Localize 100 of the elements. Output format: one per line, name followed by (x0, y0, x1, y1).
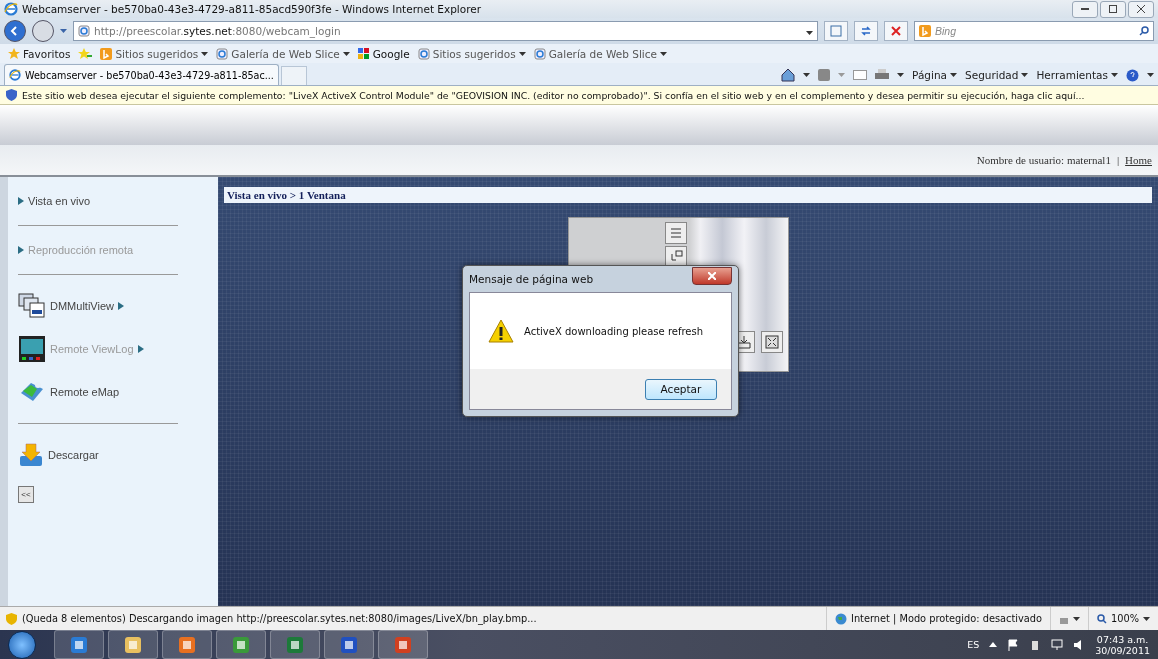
caret-icon (60, 29, 67, 33)
b-logo-icon (100, 47, 113, 60)
page-icon (417, 47, 430, 60)
address-field[interactable]: http://preescolar.sytes.net:8080/webcam_login (73, 21, 818, 41)
caret-icon (1111, 73, 1118, 77)
dialog-title: Mensaje de página web (469, 273, 594, 285)
close-button[interactable] (1128, 0, 1154, 18)
command-menu[interactable]: Herramientas (1036, 69, 1118, 81)
mail-icon[interactable] (853, 70, 868, 80)
stop-icon (891, 26, 901, 36)
favorites-button[interactable]: Favoritos (8, 47, 71, 60)
favorites-link[interactable]: Galería de Web Slice (216, 47, 350, 60)
squares-icon (357, 47, 370, 60)
taskbar-button[interactable] (216, 630, 266, 659)
caret-icon (838, 73, 846, 77)
help-icon[interactable] (1126, 68, 1139, 82)
page-icon (216, 47, 229, 60)
home-link[interactable]: Home (1125, 154, 1152, 166)
folder-icon (123, 634, 143, 655)
sidebar-item[interactable]: Remote eMap (18, 369, 178, 424)
shield-icon (6, 89, 17, 101)
network-icon[interactable] (1051, 638, 1064, 651)
refresh-icon (860, 25, 872, 37)
caret-icon (897, 73, 905, 77)
feed-icon[interactable] (818, 69, 831, 81)
home-icon[interactable] (781, 68, 796, 82)
sidebar-item[interactable]: Descargar (18, 432, 178, 474)
information-bar-text: Este sitio web desea ejecutar el siguiente complemento: "LiveX ActiveX Control Module" de "GEOVISION INC. (editor no comprobado)". Si confía en el sitio web y en el complemento y desea permitir su ejecución, haga clic aquí... (22, 89, 1085, 101)
forward-button[interactable] (32, 20, 54, 42)
taskbar-button[interactable] (324, 630, 374, 659)
e-logo-icon (4, 2, 18, 16)
minimize-button[interactable] (1072, 0, 1098, 18)
page-icon (830, 25, 842, 37)
taskbar-button[interactable] (270, 630, 320, 659)
browser-tab[interactable]: Webcamserver - be570ba0-43e3-4729-a811-85ac... (4, 64, 279, 85)
taskbar-button[interactable] (54, 630, 104, 659)
ok-button[interactable]: Aceptar (645, 378, 717, 400)
minimize-icon (1081, 7, 1089, 11)
username-label: Nombre de usuario: maternal1 (976, 154, 1111, 166)
stop-button[interactable] (884, 21, 908, 41)
windows-icon (18, 293, 46, 319)
page-icon (533, 47, 546, 60)
breadcrumb: Vista en vivo > 1 Ventana (224, 187, 1152, 203)
taskbar-button[interactable] (162, 630, 212, 659)
spreadsheet-icon (285, 634, 305, 655)
favorites-link[interactable]: Galería de Web Slice (533, 47, 668, 60)
page-icon (78, 25, 90, 37)
information-bar[interactable] (0, 86, 1158, 105)
fullscreen-icon[interactable] (761, 331, 783, 353)
taskbar-button[interactable] (108, 630, 158, 659)
star-icon (8, 47, 20, 60)
people-icon (231, 634, 251, 655)
separator: | (1116, 154, 1120, 166)
favorites-link[interactable]: Google (357, 47, 410, 60)
caret-icon (803, 73, 811, 77)
up-arrow-icon[interactable] (989, 642, 998, 647)
caret-icon (1143, 616, 1150, 621)
caret-icon (950, 73, 957, 77)
arrow-icon (118, 302, 124, 310)
start-button[interactable] (8, 630, 36, 659)
printer-icon[interactable] (875, 69, 890, 81)
favorites-link[interactable]: Sitios sugeridos (417, 47, 526, 60)
back-button[interactable] (4, 20, 26, 42)
language-indicator[interactable]: ES (967, 639, 980, 650)
close-icon (1137, 5, 1145, 13)
slides-icon (393, 634, 413, 655)
list-icon[interactable] (665, 222, 687, 244)
flag-icon[interactable] (1007, 638, 1020, 651)
e-logo-icon (9, 69, 21, 81)
warning-icon (488, 319, 514, 343)
collapse-button[interactable]: << (18, 486, 34, 503)
maximize-button[interactable] (1100, 0, 1126, 18)
command-menu[interactable]: Seguridad (965, 69, 1029, 81)
favorites-link[interactable]: Sitios sugeridos (100, 47, 209, 60)
swap-icon[interactable] (665, 246, 687, 268)
command-menu[interactable]: Página (912, 69, 957, 81)
sidebar-item[interactable]: DMMultiView (18, 283, 178, 325)
film-icon (18, 335, 46, 363)
caret-icon (1073, 616, 1080, 621)
arrow-icon (18, 197, 24, 205)
window-title: Webcamserver - be570ba0-43e3-4729-a811-85acd590f3fe - Windows Internet Explorer (22, 3, 483, 15)
sidebar-item[interactable]: Vista en vivo (18, 185, 178, 226)
shield-icon (6, 612, 17, 625)
download-tray-icon (18, 442, 44, 468)
caret-icon (806, 31, 813, 35)
search-field[interactable]: Bing (935, 25, 1135, 37)
clock[interactable]: 07:43 a.m. 30/09/2011 (1095, 633, 1150, 656)
search-box[interactable]: Bing (914, 21, 1154, 41)
play-icon (177, 634, 197, 655)
maximize-icon (1109, 5, 1117, 13)
caret-icon (1021, 73, 1029, 77)
caret-icon (1147, 73, 1154, 77)
taskbar-button[interactable] (378, 630, 428, 659)
magnifier-icon (1097, 613, 1107, 624)
browser-icon (69, 634, 89, 655)
add-favorite-icon[interactable] (78, 47, 93, 60)
refresh-button[interactable] (854, 21, 878, 41)
close-icon (708, 272, 716, 280)
monitor-icon (339, 634, 359, 655)
close-button[interactable] (692, 267, 732, 285)
